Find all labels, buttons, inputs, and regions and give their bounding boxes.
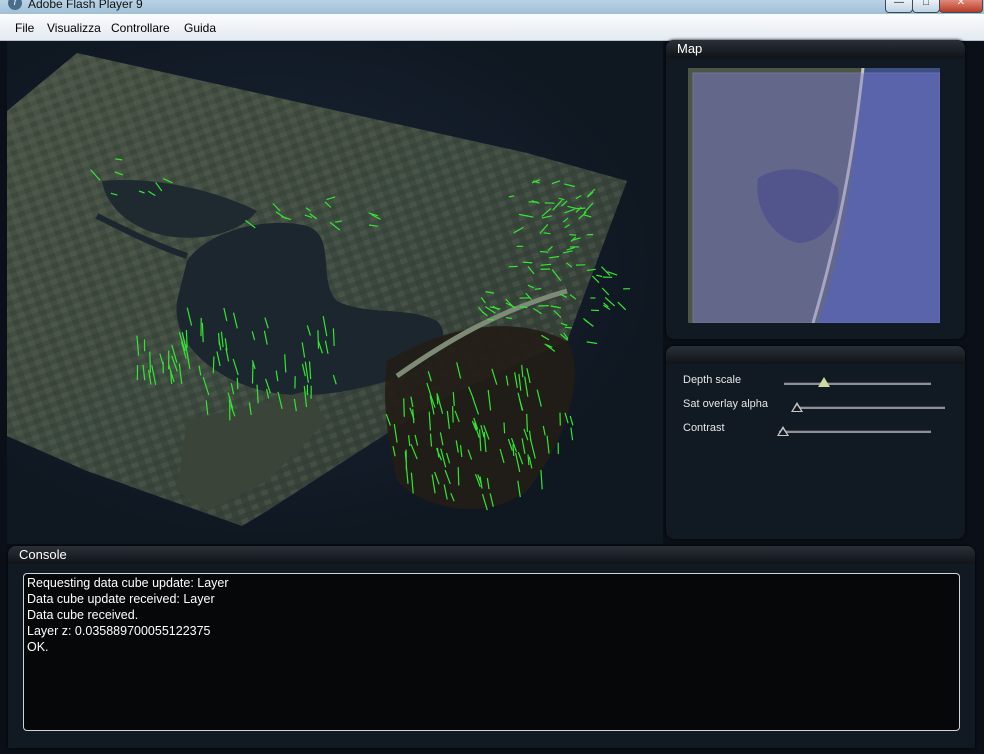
- current-vector: [218, 332, 220, 345]
- contrast-track[interactable]: [779, 430, 931, 433]
- current-vector: [212, 356, 215, 374]
- current-vector: [539, 250, 549, 253]
- map-panel: Map: [666, 40, 965, 339]
- depth-scale-thumb[interactable]: [818, 377, 830, 387]
- menu-file[interactable]: File: [15, 21, 34, 35]
- current-vector: [522, 261, 533, 264]
- console-line: Requesting data cube update: Layer: [27, 576, 229, 590]
- current-vector: [540, 469, 543, 490]
- contrast-thumb[interactable]: [777, 426, 789, 436]
- current-vector: [576, 207, 586, 210]
- minimize-button[interactable]: —: [885, 0, 913, 13]
- contrast-label: Contrast: [683, 422, 725, 434]
- current-vector: [569, 415, 574, 426]
- close-icon: ✕: [956, 0, 966, 8]
- map-overlay-rect: [692, 72, 940, 323]
- current-vector: [457, 467, 460, 486]
- console-line: OK.: [27, 640, 49, 654]
- current-vector: [604, 296, 616, 307]
- console-line: Layer z: 0.035889700055122375: [27, 624, 211, 638]
- map-panel-title: Map: [677, 41, 703, 56]
- current-vector: [236, 377, 239, 390]
- current-vector: [403, 398, 405, 417]
- console-line: Data cube update received: Layer: [27, 592, 215, 606]
- overview-map-image: [688, 68, 940, 323]
- current-vector: [570, 427, 574, 441]
- menu-controllare[interactable]: Controllare: [111, 21, 170, 35]
- current-vector: [185, 329, 188, 348]
- current-vector: [601, 266, 611, 276]
- controls-panel: Depth scale Sat overlay alpha Contrast: [666, 346, 965, 539]
- current-vector: [564, 326, 572, 329]
- console-output[interactable]: Requesting data cube update: Layer Data …: [23, 573, 960, 731]
- menu-guida[interactable]: Guida: [184, 21, 216, 35]
- depth-scale-track[interactable]: [784, 382, 931, 385]
- current-vector: [596, 274, 603, 278]
- flash-player-icon: f: [8, 0, 22, 10]
- current-vector: [601, 287, 610, 296]
- current-vector: [452, 406, 454, 423]
- close-button[interactable]: ✕: [939, 0, 983, 13]
- 3d-viewport[interactable]: [7, 41, 663, 544]
- sat-overlay-alpha-thumb[interactable]: [791, 402, 803, 412]
- terrain-render: [7, 53, 631, 526]
- minimize-icon: —: [894, 0, 904, 8]
- window-titlebar: f Adobe Flash Player 9 — □ ✕: [0, 0, 984, 14]
- console-panel: Console Requesting data cube update: Lay…: [8, 546, 975, 748]
- console-line: Data cube received.: [27, 608, 139, 622]
- sat-overlay-alpha-label: Sat overlay alpha: [683, 398, 768, 410]
- current-vector: [617, 301, 627, 311]
- window-title: Adobe Flash Player 9: [28, 0, 143, 11]
- maximize-icon: □: [922, 0, 930, 8]
- maximize-button[interactable]: □: [912, 0, 940, 13]
- controls-panel-header: [666, 346, 965, 364]
- depth-scale-label: Depth scale: [683, 374, 742, 386]
- menu-visualizza[interactable]: Visualizza: [47, 21, 101, 35]
- current-vector: [317, 330, 320, 349]
- current-vector: [436, 393, 439, 405]
- console-panel-header: Console: [8, 546, 975, 564]
- current-vector: [503, 422, 506, 434]
- current-vector: [591, 275, 600, 284]
- overview-map[interactable]: [688, 68, 940, 323]
- console-title: Console: [19, 547, 67, 562]
- current-vector: [201, 322, 204, 343]
- current-vector: [526, 413, 528, 432]
- sat-overlay-alpha-track[interactable]: [794, 406, 945, 409]
- current-vector: [149, 351, 151, 373]
- current-vector: [583, 317, 590, 324]
- current-vector: [251, 361, 254, 384]
- menu-bar: File Visualizza Controllare Guida: [0, 14, 984, 41]
- map-panel-header: Map: [666, 40, 965, 58]
- current-vector: [332, 328, 335, 347]
- current-vector: [586, 341, 598, 345]
